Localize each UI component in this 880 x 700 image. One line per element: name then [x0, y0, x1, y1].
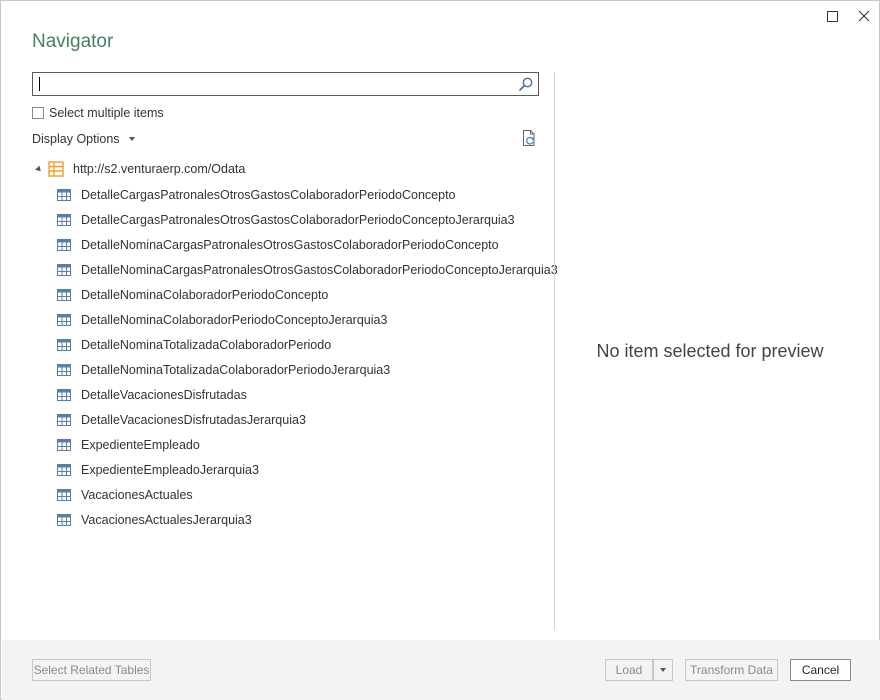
expand-collapse-icon[interactable] [35, 165, 43, 173]
load-options-button[interactable] [653, 659, 673, 681]
tree-item-label: DetalleCargasPatronalesOtrosGastosColabo… [81, 212, 515, 227]
table-icon [57, 388, 71, 401]
table-icon [57, 338, 71, 351]
transform-data-button[interactable]: Transform Data [685, 659, 778, 681]
search-icon[interactable] [518, 76, 534, 92]
text-caret [39, 77, 40, 91]
tree-item-label: DetalleNominaCargasPatronalesOtrosGastos… [81, 237, 499, 252]
tree-item-label: DetalleNominaCargasPatronalesOtrosGastos… [81, 262, 558, 277]
tree-item[interactable]: DetalleNominaColaboradorPeriodoConcepto [57, 282, 547, 307]
cancel-button[interactable]: Cancel [790, 659, 851, 681]
tree-item[interactable]: ExpedienteEmpleadoJerarquia3 [57, 457, 547, 482]
table-icon [57, 213, 71, 226]
tree-item-label: DetalleNominaColaboradorPeriodoConcepto [81, 287, 329, 302]
tree-item-label: DetalleNominaColaboradorPeriodoConceptoJ… [81, 312, 388, 327]
search-input[interactable] [33, 73, 513, 95]
select-multiple-checkbox[interactable] [32, 107, 44, 119]
tree-item-label: DetalleVacacionesDisfrutadas [81, 387, 247, 402]
tree-item-label: DetalleNominaTotalizadaColaboradorPeriod… [81, 362, 391, 377]
tree-item[interactable]: DetalleNominaCargasPatronalesOtrosGastos… [57, 232, 547, 257]
table-icon [57, 313, 71, 326]
odata-feed-icon [48, 161, 64, 177]
select-multiple-row[interactable]: Select multiple items [32, 105, 164, 121]
maximize-button[interactable] [821, 7, 843, 25]
maximize-icon [826, 10, 838, 22]
tree-item[interactable]: DetalleVacacionesDisfrutadasJerarquia3 [57, 407, 547, 432]
tree-item[interactable]: DetalleNominaTotalizadaColaboradorPeriod… [57, 357, 547, 382]
tree-item[interactable]: DetalleNominaCargasPatronalesOtrosGastos… [57, 257, 558, 282]
table-icon [57, 238, 71, 251]
table-icon [57, 263, 71, 276]
close-icon [858, 10, 870, 22]
load-button[interactable]: Load [605, 659, 653, 681]
navigator-dialog: Navigator Select multiple items Display … [0, 0, 880, 700]
select-multiple-label: Select multiple items [49, 106, 164, 120]
tree-item[interactable]: DetalleNominaColaboradorPeriodoConceptoJ… [57, 307, 547, 332]
tree-item-label: ExpedienteEmpleadoJerarquia3 [81, 462, 259, 477]
table-icon [57, 188, 71, 201]
dialog-title: Navigator [32, 31, 114, 52]
tree-item-label: DetalleCargasPatronalesOtrosGastosColabo… [81, 187, 456, 202]
table-icon [57, 513, 71, 526]
table-icon [57, 488, 71, 501]
tree-item[interactable]: VacacionesActualesJerarquia3 [57, 507, 547, 532]
display-options-dropdown[interactable]: Display Options [32, 131, 135, 147]
table-icon [57, 363, 71, 376]
tree-item[interactable]: ExpedienteEmpleado [57, 432, 547, 457]
tree-item-label: VacacionesActualesJerarquia3 [81, 512, 252, 527]
table-list: DetalleCargasPatronalesOtrosGastosColabo… [57, 182, 558, 532]
search-box[interactable] [32, 72, 539, 96]
tree-root-label: http://s2.venturaerp.com/Odata [73, 162, 246, 176]
tree-item[interactable]: VacacionesActuales [57, 482, 547, 507]
close-button[interactable] [853, 7, 875, 25]
table-icon [57, 438, 71, 451]
tree-item[interactable]: DetalleNominaTotalizadaColaboradorPeriod… [57, 332, 547, 357]
table-icon [57, 413, 71, 426]
table-icon [57, 463, 71, 476]
tree-item-label: DetalleVacacionesDisfrutadasJerarquia3 [81, 412, 306, 427]
preview-empty-message: No item selected for preview [596, 341, 824, 361]
chevron-down-icon [660, 668, 666, 672]
tree-item[interactable]: DetalleCargasPatronalesOtrosGastosColabo… [57, 182, 547, 207]
select-related-tables-button[interactable]: Select Related Tables [32, 659, 151, 681]
tree-root-node[interactable]: http://s2.venturaerp.com/Odata [35, 159, 246, 179]
display-options-label: Display Options [32, 132, 120, 146]
table-icon [57, 288, 71, 301]
dialog-footer: Select Related Tables Load Transform Dat… [2, 640, 880, 700]
tree-item[interactable]: DetalleVacacionesDisfrutadas [57, 382, 547, 407]
tree-item[interactable]: DetalleCargasPatronalesOtrosGastosColabo… [57, 207, 547, 232]
tree-item-label: DetalleNominaTotalizadaColaboradorPeriod… [81, 337, 332, 352]
refresh-icon[interactable] [520, 129, 538, 147]
tree-item-label: ExpedienteEmpleado [81, 437, 200, 452]
tree-item-label: VacacionesActuales [81, 487, 193, 502]
chevron-down-icon [128, 137, 135, 141]
